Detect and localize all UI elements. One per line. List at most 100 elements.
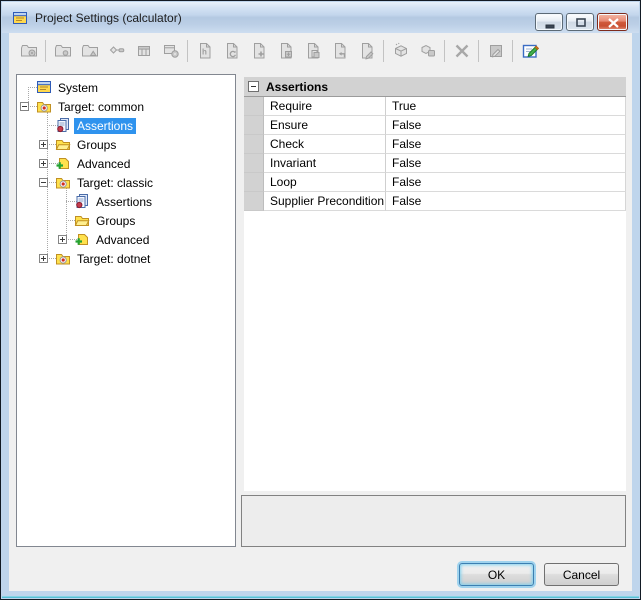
property-row-check: CheckFalse [244,135,626,154]
toolbar-separator [187,40,188,62]
tree-item-advanced[interactable]: Advanced [17,154,235,173]
advanced-icon [55,155,71,171]
toolbar-new-library-target-button [80,41,100,61]
toolbar-edit-locked-button [486,41,506,61]
property-name[interactable]: Check [264,135,386,154]
groups-icon [74,212,90,228]
tree-item-label: System [55,80,101,96]
property-name[interactable]: Require [264,97,386,116]
property-row-loop: LoopFalse [244,173,626,192]
cancel-button[interactable]: Cancel [544,563,619,586]
tree-item-label: Assertions [93,194,155,210]
toolbar-edit-configuration-button[interactable] [520,41,540,61]
target-icon [36,98,52,114]
tree-item-label: Advanced [93,232,152,248]
toolbar-new-add-file-button [249,41,269,61]
toolbar-new-target-button [53,41,73,61]
property-value[interactable]: False [386,135,626,154]
titlebar[interactable]: Project Settings (calculator) [2,2,639,33]
toolbar-new-system-button [19,41,39,61]
property-row-margin [244,173,264,192]
toolbar-new-add-box-file-button [276,41,296,61]
groups-icon [55,136,71,152]
dialog-client-area: h SystemTarget: commonAssertionsGroupsAd… [9,33,632,591]
target-icon [55,250,71,266]
collapse-icon[interactable] [39,178,48,187]
property-row-require: RequireTrue [244,97,626,116]
tree-item-label: Groups [93,213,138,229]
tree-item-assertions[interactable]: Assertions [17,192,235,211]
toolbar-new-copy-file-button [303,41,323,61]
expand-icon[interactable] [58,235,67,244]
toolbar-new-header-file-button: h [195,41,215,61]
property-row-margin [244,97,264,116]
property-value[interactable]: True [386,97,626,116]
toolbar-separator [383,40,384,62]
close-button[interactable] [597,13,628,31]
tree-item-target-dotnet[interactable]: Target: dotnet [17,249,235,268]
window-controls [535,13,628,31]
project-settings-dialog: Project Settings (calculator) h System Ta… [0,0,641,600]
expand-icon[interactable] [39,140,48,149]
advanced-icon [74,231,90,247]
category-label: Assertions [266,80,328,94]
tree-item-assertions[interactable]: Assertions [17,116,235,135]
description-panel [241,495,626,547]
property-row-margin [244,135,264,154]
property-value[interactable]: False [386,173,626,192]
property-row-supplier-precondition: Supplier PreconditionFalse [244,192,626,211]
toolbar-new-assembly-button [134,41,154,61]
property-name[interactable]: Ensure [264,116,386,135]
property-grid: Assertions RequireTrueEnsureFalseCheckFa… [244,77,626,491]
property-row-margin [244,116,264,135]
toolbar-separator [512,40,513,62]
category-collapse-icon[interactable] [248,81,259,92]
system-icon [36,79,52,95]
toolbar-new-edit-file-button [357,41,377,61]
property-value[interactable]: False [386,192,626,211]
tree-item-system[interactable]: System [17,78,235,97]
property-name[interactable]: Loop [264,173,386,192]
window-title: Project Settings (calculator) [35,11,182,25]
collapse-icon[interactable] [20,102,29,111]
toolbar-new-variable-button [391,41,411,61]
tree-item-advanced[interactable]: Advanced [17,230,235,249]
property-grid-category-header: Assertions [244,77,626,97]
property-name[interactable]: Invariant [264,154,386,173]
toolbar-new-move-file-button [330,41,350,61]
maximize-button[interactable] [566,13,594,31]
assertions-icon [55,117,71,133]
toolbar-new-refresh-file-button [222,41,242,61]
app-icon [12,10,28,26]
settings-tree[interactable]: SystemTarget: commonAssertionsGroupsAdva… [16,74,236,547]
toolbar-new-precompile-button [161,41,181,61]
minimize-button[interactable] [535,13,563,31]
tree-item-label: Advanced [74,156,133,172]
property-name[interactable]: Supplier Precondition [264,192,386,211]
tree-item-target-classic[interactable]: Target: classic [17,173,235,192]
toolbar-new-redirection-button [107,41,127,61]
toolbar-separator [444,40,445,62]
toolbar-remove-button [452,41,472,61]
tree-item-label: Target: common [55,99,147,115]
tree-item-target-common[interactable]: Target: common [17,97,235,116]
property-value[interactable]: False [386,116,626,135]
tree-item-label: Groups [74,137,119,153]
property-row-invariant: InvariantFalse [244,154,626,173]
property-value[interactable]: False [386,154,626,173]
tree-item-groups[interactable]: Groups [17,211,235,230]
expand-icon[interactable] [39,159,48,168]
tree-item-label: Target: classic [74,175,156,191]
assertions-icon [74,193,90,209]
ok-button[interactable]: OK [459,563,534,586]
property-row-margin [244,154,264,173]
toolbar-new-variable-group-button [418,41,438,61]
svg-text:h: h [202,48,207,57]
tree-item-groups[interactable]: Groups [17,135,235,154]
property-row-ensure: EnsureFalse [244,116,626,135]
property-row-margin [244,192,264,211]
expand-icon[interactable] [39,254,48,263]
tree-item-label: Target: dotnet [74,251,153,267]
target-icon [55,174,71,190]
toolbar-separator [478,40,479,62]
